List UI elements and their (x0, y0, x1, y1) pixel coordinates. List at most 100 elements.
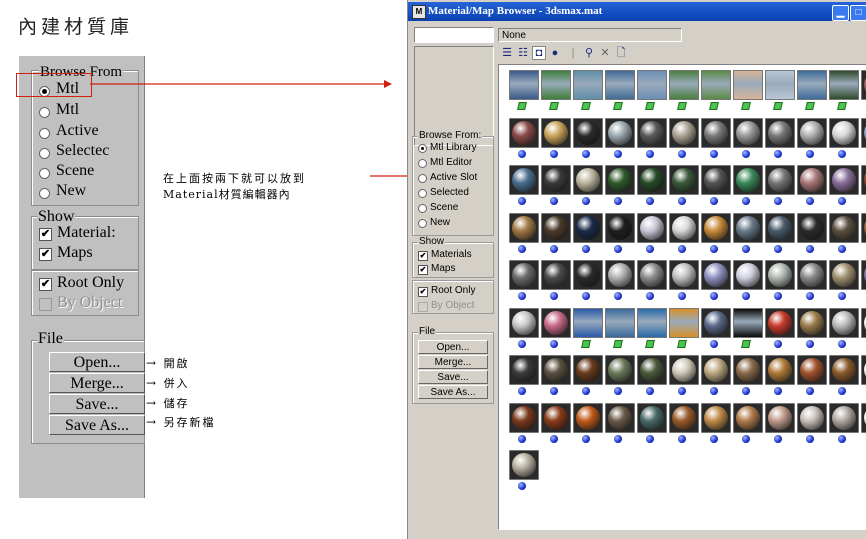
material-thumbnail[interactable] (636, 162, 668, 208)
save-button[interactable]: Save... (418, 370, 488, 384)
material-thumbnail[interactable] (540, 352, 572, 398)
root-only-checkbox[interactable]: ✔ (418, 287, 428, 297)
material-thumbnail[interactable] (508, 352, 540, 398)
material-thumbnail[interactable] (508, 162, 540, 208)
material-thumbnail[interactable] (828, 67, 860, 113)
material-thumbnail[interactable] (860, 115, 866, 161)
material-thumbnail[interactable] (604, 257, 636, 303)
material-thumbnail[interactable] (636, 115, 668, 161)
search-name-input[interactable] (414, 27, 494, 43)
material-thumbnail[interactable] (860, 352, 866, 398)
material-thumbnail[interactable] (796, 115, 828, 161)
material-thumbnail[interactable] (732, 400, 764, 446)
material-thumbnail[interactable] (732, 162, 764, 208)
save-as-button[interactable]: Save As... (418, 385, 488, 399)
material-thumbnail[interactable] (508, 67, 540, 113)
material-thumbnail[interactable] (732, 352, 764, 398)
view-list-icon[interactable]: ☰ (500, 46, 514, 60)
material-thumbnail[interactable] (636, 67, 668, 113)
material-thumbnail[interactable] (764, 162, 796, 208)
material-thumbnail[interactable] (860, 257, 866, 303)
material-thumbnail[interactable] (700, 352, 732, 398)
material-thumbnail[interactable] (604, 305, 636, 351)
radio-mtl-library[interactable] (418, 144, 427, 153)
minimize-button[interactable]: ▁ (832, 5, 849, 21)
view-small-icons-icon[interactable]: ◘ (532, 46, 546, 60)
radio-new[interactable] (418, 219, 427, 228)
material-thumbnail[interactable] (732, 210, 764, 256)
material-thumbnail[interactable] (700, 115, 732, 161)
materials-checkbox[interactable]: ✔ (418, 251, 428, 261)
material-thumbnail[interactable] (636, 400, 668, 446)
material-thumbnail[interactable] (796, 210, 828, 256)
material-thumbnail[interactable] (540, 115, 572, 161)
material-thumbnail[interactable] (828, 400, 860, 446)
material-thumbnail[interactable] (700, 210, 732, 256)
material-thumbnail[interactable] (604, 400, 636, 446)
material-thumbnail[interactable] (508, 115, 540, 161)
maximize-button[interactable]: □ (850, 5, 866, 21)
material-thumbnail[interactable] (540, 305, 572, 351)
view-list-icons-icon[interactable]: ☷ (516, 46, 530, 60)
material-thumbnail[interactable] (764, 400, 796, 446)
material-thumbnail[interactable] (796, 305, 828, 351)
material-thumbnail[interactable] (604, 210, 636, 256)
merge-button[interactable]: Merge... (418, 355, 488, 369)
material-thumbnail-grid[interactable] (498, 64, 866, 530)
material-thumbnail[interactable] (572, 400, 604, 446)
material-thumbnail[interactable] (604, 352, 636, 398)
material-thumbnail[interactable] (796, 400, 828, 446)
radio-scene[interactable] (418, 204, 427, 213)
material-thumbnail[interactable] (828, 210, 860, 256)
material-thumbnail[interactable] (604, 162, 636, 208)
material-thumbnail[interactable] (860, 67, 866, 113)
radio-selected[interactable] (418, 189, 427, 198)
material-thumbnail[interactable] (668, 305, 700, 351)
material-thumbnail[interactable] (700, 257, 732, 303)
material-thumbnail[interactable] (860, 400, 866, 446)
material-thumbnail[interactable] (828, 162, 860, 208)
material-thumbnail[interactable] (668, 352, 700, 398)
material-thumbnail[interactable] (700, 400, 732, 446)
material-thumbnail[interactable] (732, 305, 764, 351)
material-thumbnail[interactable] (732, 67, 764, 113)
material-thumbnail[interactable] (636, 352, 668, 398)
material-thumbnail[interactable] (828, 115, 860, 161)
view-large-icons-icon[interactable]: ● (548, 46, 562, 60)
material-thumbnail[interactable] (668, 115, 700, 161)
material-thumbnail[interactable] (508, 305, 540, 351)
material-thumbnail[interactable] (508, 257, 540, 303)
material-thumbnail[interactable] (828, 257, 860, 303)
material-thumbnail[interactable] (764, 115, 796, 161)
material-thumbnail[interactable] (796, 67, 828, 113)
material-thumbnail[interactable] (572, 115, 604, 161)
material-thumbnail[interactable] (540, 257, 572, 303)
material-thumbnail[interactable] (732, 115, 764, 161)
material-thumbnail[interactable] (604, 67, 636, 113)
material-thumbnail[interactable] (540, 67, 572, 113)
material-thumbnail[interactable] (508, 400, 540, 446)
maps-checkbox[interactable]: ✔ (418, 265, 428, 275)
material-thumbnail[interactable] (508, 210, 540, 256)
material-thumbnail[interactable] (860, 162, 866, 208)
material-thumbnail[interactable] (828, 352, 860, 398)
material-thumbnail[interactable] (796, 352, 828, 398)
material-thumbnail[interactable] (764, 305, 796, 351)
delete-icon[interactable]: ✕ (598, 46, 612, 60)
material-thumbnail[interactable] (796, 162, 828, 208)
material-thumbnail[interactable] (540, 400, 572, 446)
material-thumbnail[interactable] (700, 162, 732, 208)
material-thumbnail[interactable] (636, 210, 668, 256)
material-thumbnail[interactable] (700, 67, 732, 113)
material-thumbnail[interactable] (732, 257, 764, 303)
material-thumbnail[interactable] (764, 257, 796, 303)
radio-mtl-editor[interactable] (418, 159, 427, 168)
material-thumbnail[interactable] (668, 210, 700, 256)
title-bar[interactable]: M Material/Map Browser - 3dsmax.mat ▁ □ (408, 2, 866, 21)
material-thumbnail[interactable] (572, 162, 604, 208)
material-thumbnail[interactable] (860, 210, 866, 256)
material-thumbnail[interactable] (764, 67, 796, 113)
material-thumbnail[interactable] (668, 67, 700, 113)
update-scene-icon[interactable]: ⚲ (582, 46, 596, 60)
material-thumbnail[interactable] (764, 210, 796, 256)
